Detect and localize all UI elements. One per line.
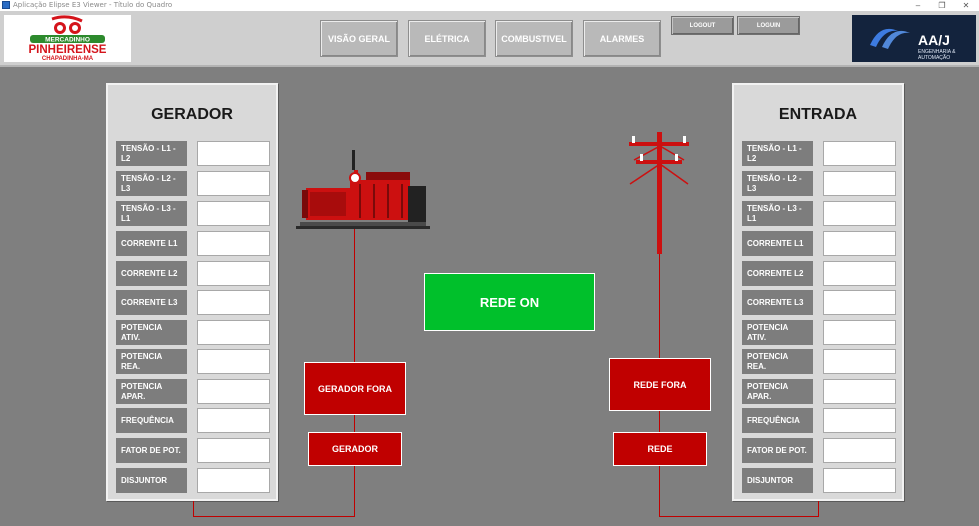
gerador-field-tensao-l3-l1 xyxy=(197,201,270,226)
gerador-label-potencia-ativ: POTENCIA ATIV. xyxy=(116,320,187,345)
gerador-label-potencia-rea: POTENCIA REA. xyxy=(116,349,187,374)
gerador-link-line xyxy=(354,415,355,432)
aaj-logo: AA/J ENGENHARIA & AUTOMAÇÃO xyxy=(852,15,976,62)
rede-bottom-line xyxy=(659,516,819,517)
entrada-field-fator-de-pot xyxy=(823,438,896,463)
entrada-panel-title: ENTRADA xyxy=(778,106,858,123)
entrada-field-frequencia xyxy=(823,408,896,433)
entrada-label-potencia-ativ: POTENCIA ATIV. xyxy=(742,320,813,345)
entrada-field-tensao-l1-l2 xyxy=(823,141,896,166)
entrada-field-potencia-rea xyxy=(823,349,896,374)
entrada-label-tensao-l2-l3: TENSÃO - L2 - L3 xyxy=(742,171,813,196)
logout-button[interactable]: LOGOUT xyxy=(671,16,734,35)
gerador-panel: GERADOR TENSÃO - L1 - L2 TENSÃO - L2 - L… xyxy=(106,83,278,501)
entrada-label-frequencia: FREQUÊNCIA xyxy=(742,408,813,433)
gerador-field-corrente-l1 xyxy=(197,231,270,256)
minimize-icon[interactable]: – xyxy=(906,0,930,11)
gerador-panel-drop-line xyxy=(193,501,194,517)
gerador-label-disjuntor: DISJUNTOR xyxy=(116,468,187,493)
gerador-label-fator-de-pot: FATOR DE POT. xyxy=(116,438,187,463)
gerador-field-tensao-l2-l3 xyxy=(197,171,270,196)
nav-eletrica-button[interactable]: ELÉTRICA xyxy=(408,20,486,57)
entrada-label-disjuntor: DISJUNTOR xyxy=(742,468,813,493)
close-icon[interactable]: ✕ xyxy=(954,0,978,11)
rede-on-status: REDE ON xyxy=(424,273,595,331)
rede-panel-drop-line xyxy=(818,501,819,517)
gerador-field-corrente-l2 xyxy=(197,261,270,286)
gerador-field-potencia-ativ xyxy=(197,320,270,345)
logo-right-main-text: AA/J xyxy=(918,32,950,48)
rede-busbar-line xyxy=(659,465,660,516)
logo-right-sub-text-2: AUTOMAÇÃO xyxy=(918,54,950,61)
nav-combustivel-button[interactable]: COMBUSTIVEL xyxy=(495,20,573,57)
gerador-field-tensao-l1-l2 xyxy=(197,141,270,166)
gerador-panel-title: GERADOR xyxy=(151,106,233,123)
generator-icon xyxy=(296,150,430,229)
mercadinho-logo: MERCADINHO PINHEIRENSE CHAPADINHA-MA xyxy=(4,15,131,62)
entrada-field-potencia-apar xyxy=(823,379,896,404)
entrada-label-tensao-l1-l2: TENSÃO - L1 - L2 xyxy=(742,141,813,166)
entrada-label-corrente-l3: CORRENTE L3 xyxy=(742,290,813,315)
app-icon xyxy=(2,1,10,9)
logo-sub-text: CHAPADINHA-MA xyxy=(42,56,94,62)
gerador-label-frequencia: FREQUÊNCIA xyxy=(116,408,187,433)
gerador-feed-line xyxy=(354,229,355,362)
entrada-label-potencia-apar: POTENCIA APAR. xyxy=(742,379,813,404)
nav-alarmes-button[interactable]: ALARMES xyxy=(583,20,661,57)
gerador-label-tensao-l2-l3: TENSÃO - L2 - L3 xyxy=(116,171,187,196)
entrada-label-potencia-rea: POTENCIA REA. xyxy=(742,349,813,374)
entrada-label-fator-de-pot: FATOR DE POT. xyxy=(742,438,813,463)
gerador-label-tensao-l3-l1: TENSÃO - L3 - L1 xyxy=(116,201,187,226)
gerador-field-frequencia xyxy=(197,408,270,433)
rede-link-line xyxy=(659,411,660,432)
logo-main-text: PINHEIRENSE xyxy=(29,44,107,56)
gerador-label-tensao-l1-l2: TENSÃO - L1 - L2 xyxy=(116,141,187,166)
logo-top-text: MERCADINHO xyxy=(45,37,90,44)
restore-icon[interactable]: ❐ xyxy=(930,0,954,11)
gerador-field-potencia-rea xyxy=(197,349,270,374)
gerador-busbar-line xyxy=(354,465,355,516)
entrada-label-corrente-l2: CORRENTE L2 xyxy=(742,261,813,286)
gerador-fora-status: GERADOR FORA xyxy=(304,362,406,415)
gerador-field-fator-de-pot xyxy=(197,438,270,463)
gerador-field-corrente-l3 xyxy=(197,290,270,315)
login-button[interactable]: LOGUIN xyxy=(737,16,800,35)
header-bar: MERCADINHO PINHEIRENSE CHAPADINHA-MA VIS… xyxy=(0,11,979,67)
rede-fora-status: REDE FORA xyxy=(609,358,711,411)
window-titlebar: Aplicação Elipse E3 Viewer - Título do Q… xyxy=(0,0,979,11)
gerador-label-corrente-l1: CORRENTE L1 xyxy=(116,231,187,256)
entrada-label-corrente-l1: CORRENTE L1 xyxy=(742,231,813,256)
gerador-label-potencia-apar: POTENCIA APAR. xyxy=(116,379,187,404)
gerador-field-potencia-apar xyxy=(197,379,270,404)
gerador-button[interactable]: GERADOR xyxy=(308,432,402,466)
entrada-field-corrente-l1 xyxy=(823,231,896,256)
gerador-label-corrente-l3: CORRENTE L3 xyxy=(116,290,187,315)
entrada-label-tensao-l3-l1: TENSÃO - L3 - L1 xyxy=(742,201,813,226)
entrada-panel: ENTRADA TENSÃO - L1 - L2 TENSÃO - L2 - L… xyxy=(732,83,904,501)
entrada-field-potencia-ativ xyxy=(823,320,896,345)
entrada-field-corrente-l3 xyxy=(823,290,896,315)
rede-button[interactable]: REDE xyxy=(613,432,707,466)
window-title: Aplicação Elipse E3 Viewer - Título do Q… xyxy=(13,1,173,9)
entrada-field-tensao-l2-l3 xyxy=(823,171,896,196)
rede-feed-line xyxy=(659,252,660,359)
gerador-label-corrente-l2: CORRENTE L2 xyxy=(116,261,187,286)
entrada-field-corrente-l2 xyxy=(823,261,896,286)
entrada-field-disjuntor xyxy=(823,468,896,493)
gerador-field-disjuntor xyxy=(197,468,270,493)
utility-pole-icon xyxy=(629,132,689,254)
nav-visao-geral-button[interactable]: VISÃO GERAL xyxy=(320,20,398,57)
entrada-field-tensao-l3-l1 xyxy=(823,201,896,226)
gerador-bottom-line xyxy=(193,516,355,517)
